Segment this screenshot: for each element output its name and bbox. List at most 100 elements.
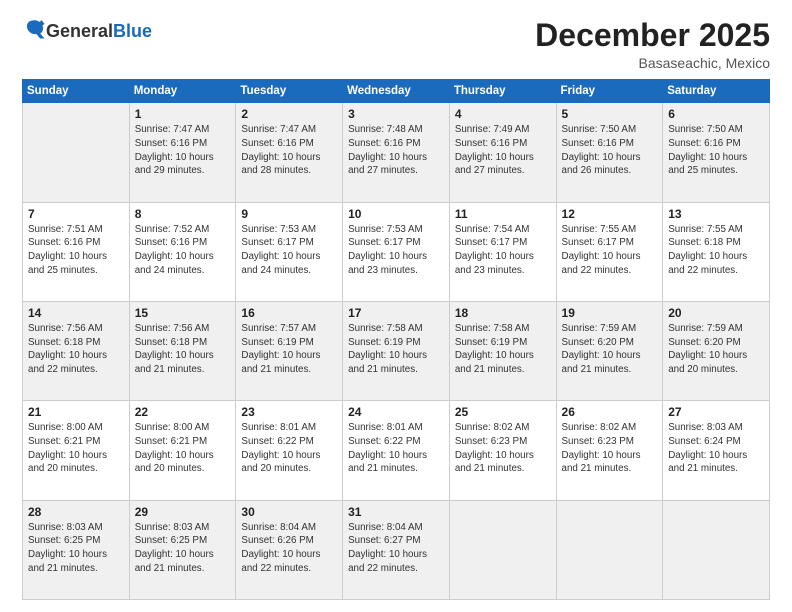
day-number: 27	[668, 405, 764, 419]
day-info: Sunrise: 8:01 AM Sunset: 6:22 PM Dayligh…	[348, 421, 444, 476]
calendar-cell: 26 Sunrise: 8:02 AM Sunset: 6:23 PM Dayli…	[556, 401, 663, 500]
logo-blue-text: Blue	[113, 21, 152, 41]
day-number: 9	[241, 207, 337, 221]
day-number: 19	[562, 306, 658, 320]
calendar-cell	[23, 103, 130, 202]
day-info: Sunrise: 8:00 AM Sunset: 6:21 PM Dayligh…	[28, 421, 124, 476]
calendar-cell: 28 Sunrise: 8:03 AM Sunset: 6:25 PM Dayli…	[23, 500, 130, 599]
day-info: Sunrise: 8:04 AM Sunset: 6:27 PM Dayligh…	[348, 521, 444, 576]
day-info: Sunrise: 7:53 AM Sunset: 6:17 PM Dayligh…	[348, 223, 444, 278]
day-number: 11	[455, 207, 551, 221]
day-number: 3	[348, 107, 444, 121]
day-number: 7	[28, 207, 124, 221]
day-number: 14	[28, 306, 124, 320]
day-info: Sunrise: 7:56 AM Sunset: 6:18 PM Dayligh…	[135, 322, 231, 377]
calendar-cell: 18 Sunrise: 7:58 AM Sunset: 6:19 PM Dayli…	[449, 301, 556, 400]
col-friday: Friday	[556, 80, 663, 103]
calendar-cell: 5 Sunrise: 7:50 AM Sunset: 6:16 PM Daylig…	[556, 103, 663, 202]
location: Basaseachic, Mexico	[535, 55, 770, 71]
week-row-4: 21 Sunrise: 8:00 AM Sunset: 6:21 PM Dayli…	[23, 401, 770, 500]
day-number: 13	[668, 207, 764, 221]
day-info: Sunrise: 8:02 AM Sunset: 6:23 PM Dayligh…	[455, 421, 551, 476]
day-info: Sunrise: 7:49 AM Sunset: 6:16 PM Dayligh…	[455, 123, 551, 178]
col-tuesday: Tuesday	[236, 80, 343, 103]
calendar-cell: 11 Sunrise: 7:54 AM Sunset: 6:17 PM Dayli…	[449, 202, 556, 301]
week-row-2: 7 Sunrise: 7:51 AM Sunset: 6:16 PM Daylig…	[23, 202, 770, 301]
day-number: 21	[28, 405, 124, 419]
calendar-cell: 22Sunrise: 8:00 AM Sunset: 6:21 PM Dayli…	[129, 401, 236, 500]
page: GeneralBlue December 2025 Basaseachic, M…	[0, 0, 792, 612]
day-number: 23	[241, 405, 337, 419]
week-row-1: 1Sunrise: 7:47 AM Sunset: 6:16 PM Daylig…	[23, 103, 770, 202]
col-monday: Monday	[129, 80, 236, 103]
calendar-cell: 2 Sunrise: 7:47 AM Sunset: 6:16 PM Daylig…	[236, 103, 343, 202]
day-info: Sunrise: 7:59 AM Sunset: 6:20 PM Dayligh…	[668, 322, 764, 377]
day-number: 15	[135, 306, 231, 320]
col-sunday: Sunday	[23, 80, 130, 103]
day-info: Sunrise: 8:03 AM Sunset: 6:25 PM Dayligh…	[28, 521, 124, 576]
day-number: 16	[241, 306, 337, 320]
day-info: Sunrise: 8:03 AM Sunset: 6:25 PM Dayligh…	[135, 521, 231, 576]
day-number: 26	[562, 405, 658, 419]
day-info: Sunrise: 7:55 AM Sunset: 6:17 PM Dayligh…	[562, 223, 658, 278]
calendar-cell: 29 Sunrise: 8:03 AM Sunset: 6:25 PM Dayli…	[129, 500, 236, 599]
day-number: 29	[135, 505, 231, 519]
day-info: Sunrise: 7:50 AM Sunset: 6:16 PM Dayligh…	[668, 123, 764, 178]
day-number: 25	[455, 405, 551, 419]
logo: GeneralBlue	[22, 18, 152, 45]
calendar-cell	[556, 500, 663, 599]
day-info: Sunrise: 7:50 AM Sunset: 6:16 PM Dayligh…	[562, 123, 658, 178]
col-thursday: Thursday	[449, 80, 556, 103]
calendar-cell: 15 Sunrise: 7:56 AM Sunset: 6:18 PM Dayli…	[129, 301, 236, 400]
calendar-cell: 8Sunrise: 7:52 AM Sunset: 6:16 PM Daylig…	[129, 202, 236, 301]
logo-general-text: General	[46, 21, 113, 41]
calendar-cell	[663, 500, 770, 599]
day-number: 31	[348, 505, 444, 519]
calendar-header-row: Sunday Monday Tuesday Wednesday Thursday…	[23, 80, 770, 103]
day-number: 18	[455, 306, 551, 320]
day-info: Sunrise: 8:03 AM Sunset: 6:24 PM Dayligh…	[668, 421, 764, 476]
day-number: 28	[28, 505, 124, 519]
day-info: Sunrise: 8:02 AM Sunset: 6:23 PM Dayligh…	[562, 421, 658, 476]
day-number: 17	[348, 306, 444, 320]
calendar-cell: 25 Sunrise: 8:02 AM Sunset: 6:23 PM Dayli…	[449, 401, 556, 500]
day-number: 4	[455, 107, 551, 121]
day-number: 12	[562, 207, 658, 221]
day-info: Sunrise: 7:53 AM Sunset: 6:17 PM Dayligh…	[241, 223, 337, 278]
day-info: Sunrise: 7:48 AM Sunset: 6:16 PM Dayligh…	[348, 123, 444, 178]
calendar-cell: 4 Sunrise: 7:49 AM Sunset: 6:16 PM Daylig…	[449, 103, 556, 202]
calendar-cell: 27 Sunrise: 8:03 AM Sunset: 6:24 PM Dayli…	[663, 401, 770, 500]
calendar-cell: 31 Sunrise: 8:04 AM Sunset: 6:27 PM Dayli…	[343, 500, 450, 599]
week-row-3: 14 Sunrise: 7:56 AM Sunset: 6:18 PM Dayli…	[23, 301, 770, 400]
day-info: Sunrise: 7:51 AM Sunset: 6:16 PM Dayligh…	[28, 223, 124, 278]
logo-icon	[24, 18, 46, 40]
day-number: 30	[241, 505, 337, 519]
title-section: December 2025 Basaseachic, Mexico	[535, 18, 770, 71]
calendar-cell: 19Sunrise: 7:59 AM Sunset: 6:20 PM Dayli…	[556, 301, 663, 400]
calendar-cell: 23 Sunrise: 8:01 AM Sunset: 6:22 PM Dayli…	[236, 401, 343, 500]
day-info: Sunrise: 8:00 AM Sunset: 6:21 PM Dayligh…	[135, 421, 231, 476]
calendar-cell: 21 Sunrise: 8:00 AM Sunset: 6:21 PM Dayli…	[23, 401, 130, 500]
calendar-cell: 20Sunrise: 7:59 AM Sunset: 6:20 PM Dayli…	[663, 301, 770, 400]
calendar-cell: 16 Sunrise: 7:57 AM Sunset: 6:19 PM Dayli…	[236, 301, 343, 400]
day-info: Sunrise: 7:58 AM Sunset: 6:19 PM Dayligh…	[455, 322, 551, 377]
calendar-cell: 6 Sunrise: 7:50 AM Sunset: 6:16 PM Daylig…	[663, 103, 770, 202]
day-number: 10	[348, 207, 444, 221]
day-info: Sunrise: 7:57 AM Sunset: 6:19 PM Dayligh…	[241, 322, 337, 377]
day-info: Sunrise: 8:01 AM Sunset: 6:22 PM Dayligh…	[241, 421, 337, 476]
day-number: 2	[241, 107, 337, 121]
day-info: Sunrise: 7:47 AM Sunset: 6:16 PM Dayligh…	[241, 123, 337, 178]
col-saturday: Saturday	[663, 80, 770, 103]
day-info: Sunrise: 7:58 AM Sunset: 6:19 PM Dayligh…	[348, 322, 444, 377]
day-number: 6	[668, 107, 764, 121]
calendar-cell: 14Sunrise: 7:56 AM Sunset: 6:18 PM Dayli…	[23, 301, 130, 400]
day-info: Sunrise: 8:04 AM Sunset: 6:26 PM Dayligh…	[241, 521, 337, 576]
header: GeneralBlue December 2025 Basaseachic, M…	[22, 18, 770, 71]
day-info: Sunrise: 7:54 AM Sunset: 6:17 PM Dayligh…	[455, 223, 551, 278]
calendar-cell	[449, 500, 556, 599]
week-row-5: 28 Sunrise: 8:03 AM Sunset: 6:25 PM Dayli…	[23, 500, 770, 599]
day-number: 5	[562, 107, 658, 121]
day-info: Sunrise: 7:55 AM Sunset: 6:18 PM Dayligh…	[668, 223, 764, 278]
calendar-cell: 12 Sunrise: 7:55 AM Sunset: 6:17 PM Dayli…	[556, 202, 663, 301]
day-info: Sunrise: 7:52 AM Sunset: 6:16 PM Dayligh…	[135, 223, 231, 278]
